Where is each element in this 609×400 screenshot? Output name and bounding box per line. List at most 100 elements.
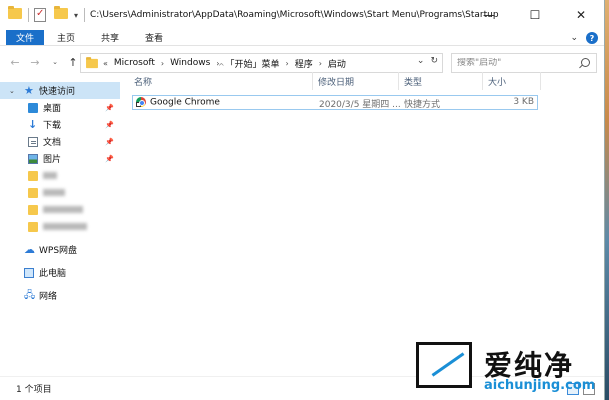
desktop-background	[605, 0, 609, 400]
redacted-label	[43, 172, 57, 179]
redacted-label	[43, 189, 65, 196]
nav-item-label: 网络	[39, 292, 58, 302]
nav-folder-redacted[interactable]	[0, 184, 120, 201]
nav-downloads[interactable]: ↓ 下载 📌	[0, 116, 120, 133]
tab-share[interactable]: 共享	[88, 30, 132, 45]
breadcrumb-windows[interactable]: Windows	[170, 58, 210, 68]
breadcrumb-programs[interactable]: 程序	[295, 57, 313, 70]
column-headers: ^ 名称 修改日期 类型 大小	[120, 62, 604, 90]
main-area: ⌄ ★ 快速访问 桌面 📌 ↓ 下载 📌 文档 📌 图片 📌 ☁ WPS网盘 此…	[0, 62, 604, 378]
tab-view[interactable]: 查看	[132, 30, 176, 45]
nav-pictures[interactable]: 图片 📌	[0, 150, 120, 167]
nav-item-label: 此电脑	[39, 269, 67, 279]
nav-quick-access[interactable]: ⌄ ★ 快速访问	[0, 82, 120, 99]
watermark-logo-icon	[416, 342, 472, 388]
back-arrow-icon[interactable]: ←	[8, 55, 22, 69]
nav-desktop[interactable]: 桌面 📌	[0, 99, 120, 116]
folder-icon	[28, 170, 38, 181]
tab-file[interactable]: 文件	[6, 30, 44, 45]
nav-wps-drive[interactable]: ☁ WPS网盘	[0, 241, 120, 258]
chevron-down-icon[interactable]: ⌄	[9, 87, 15, 95]
breadcrumb-start-menu[interactable]: 「开始」菜单	[225, 57, 279, 70]
help-icon[interactable]: ?	[586, 32, 598, 44]
nav-documents[interactable]: 文档 📌	[0, 133, 120, 150]
maximize-button[interactable]: ☐	[512, 0, 558, 30]
navigation-pane: ⌄ ★ 快速访问 桌面 📌 ↓ 下载 📌 文档 📌 图片 📌 ☁ WPS网盘 此…	[0, 78, 120, 378]
file-size: 3 KB	[513, 97, 534, 107]
overflow-crumbs[interactable]: «	[103, 59, 108, 68]
download-icon: ↓	[28, 117, 38, 131]
nav-item-label: 桌面	[43, 104, 62, 114]
chrome-icon	[136, 97, 146, 107]
breadcrumb-separator[interactable]: ›	[319, 59, 322, 68]
ribbon-right-controls: ⌄ ?	[570, 31, 598, 45]
customize-toolbar-dropdown-icon[interactable]: ▾	[74, 11, 78, 20]
sort-caret-icon: ^	[218, 62, 225, 71]
column-header-type[interactable]: 类型	[398, 72, 482, 90]
pin-icon: 📌	[105, 154, 114, 163]
ribbon-tabs: 文件 主页 共享 查看 ⌄ ?	[0, 30, 604, 46]
breadcrumb-startup[interactable]: 启动	[328, 57, 346, 70]
properties-icon[interactable]	[34, 8, 48, 22]
folder-icon	[28, 204, 38, 215]
nav-folder-redacted[interactable]	[0, 167, 120, 184]
file-name: Google Chrome	[150, 97, 220, 108]
address-history-dropdown-icon[interactable]: ⌄	[417, 56, 425, 66]
nav-this-pc[interactable]: 此电脑	[0, 264, 120, 281]
search-box[interactable]	[451, 53, 597, 73]
file-type: 快捷方式	[404, 100, 441, 110]
folder-icon	[28, 221, 38, 232]
column-divider[interactable]	[540, 72, 541, 90]
pin-icon: 📌	[105, 137, 114, 146]
divider	[28, 8, 29, 22]
pin-icon: 📌	[105, 120, 114, 129]
title-bar: ▾ C:\Users\Administrator\AppData\Roaming…	[0, 0, 604, 30]
nav-item-label: WPS网盘	[39, 246, 78, 256]
breadcrumb-microsoft[interactable]: Microsoft	[114, 58, 155, 68]
file-explorer-window: ▾ C:\Users\Administrator\AppData\Roaming…	[0, 0, 605, 400]
file-date: 2020/3/5 星期四 ...	[319, 100, 401, 110]
column-header-date[interactable]: 修改日期	[312, 72, 398, 90]
nav-folder-redacted[interactable]	[0, 201, 120, 218]
nav-folder-redacted[interactable]	[0, 218, 120, 235]
watermark-logo: 爱纯净 aichunjing.com	[416, 342, 605, 400]
nav-item-label: 下载	[43, 121, 62, 131]
pictures-icon	[28, 153, 38, 164]
minimize-button[interactable]: —	[466, 0, 512, 30]
breadcrumb-separator[interactable]: ›	[161, 59, 164, 68]
file-list: ^ 名称 修改日期 类型 大小 Google Chrome 2020/3/5 星…	[120, 62, 604, 378]
redacted-label	[43, 223, 87, 230]
new-folder-icon[interactable]	[54, 6, 68, 22]
column-header-name[interactable]: 名称	[128, 72, 312, 90]
item-count: 1 个项目	[16, 385, 52, 395]
desktop-icon	[28, 102, 38, 113]
computer-icon	[24, 267, 34, 278]
tab-home[interactable]: 主页	[44, 30, 88, 45]
quick-access-toolbar: ▾	[0, 0, 90, 30]
recent-locations-dropdown-icon[interactable]: ⌄	[48, 55, 62, 69]
address-bar-actions: ⌄ ↻	[417, 56, 438, 66]
refresh-icon[interactable]: ↻	[430, 56, 438, 66]
nav-item-label: 图片	[43, 155, 62, 165]
window-title: C:\Users\Administrator\AppData\Roaming\M…	[90, 10, 499, 20]
table-row[interactable]: Google Chrome 2020/3/5 星期四 ... 快捷方式 3 KB	[132, 95, 538, 110]
star-icon: ★	[24, 83, 34, 97]
close-button[interactable]: ✕	[558, 0, 604, 30]
nav-item-label: 文档	[43, 138, 62, 148]
network-icon: 🖧	[24, 289, 36, 301]
watermark-url: aichunjing.com	[484, 378, 596, 393]
column-header-size[interactable]: 大小	[482, 72, 540, 90]
breadcrumb-separator[interactable]: ›	[285, 59, 288, 68]
folder-icon	[86, 56, 98, 68]
cloud-icon: ☁	[24, 242, 35, 256]
expand-ribbon-icon[interactable]: ⌄	[570, 33, 578, 43]
file-name-cell: Google Chrome	[136, 97, 220, 108]
address-bar[interactable]: « Microsoft › Windows › 「开始」菜单 › 程序 › 启动…	[80, 53, 443, 73]
redacted-label	[43, 206, 83, 213]
search-icon[interactable]	[581, 58, 590, 67]
folder-icon	[28, 187, 38, 198]
forward-arrow-icon[interactable]: →	[28, 55, 42, 69]
search-input[interactable]	[457, 58, 575, 68]
up-arrow-icon[interactable]: ↑	[66, 55, 80, 69]
nav-network[interactable]: 🖧 网络	[0, 287, 120, 304]
